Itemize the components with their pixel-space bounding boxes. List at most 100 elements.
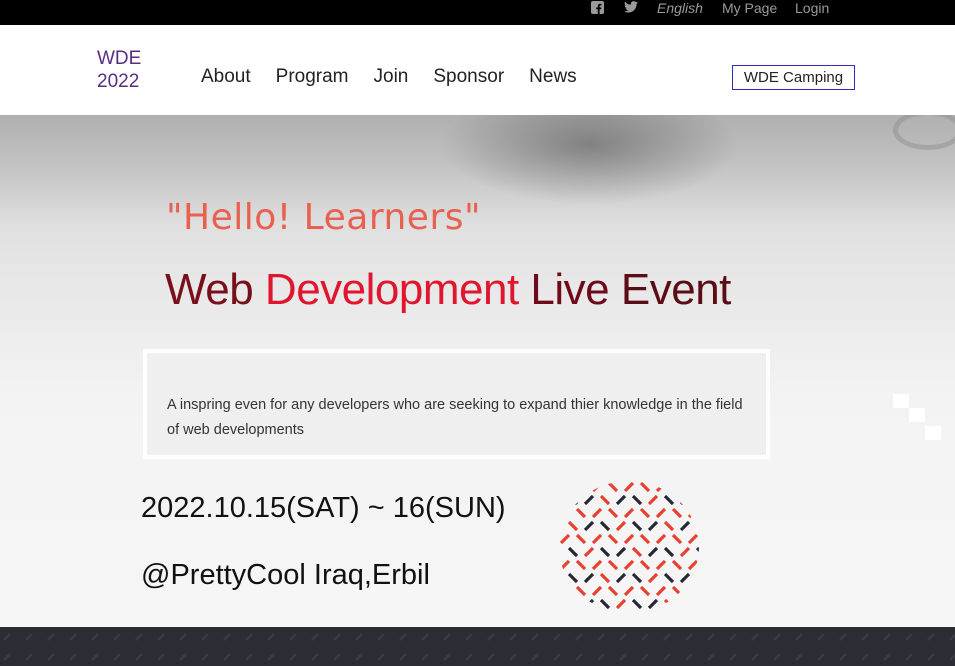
pattern-dash [663,572,675,584]
footer-dash [531,653,539,661]
pattern-dash [583,520,595,532]
footer-dash [575,653,583,661]
footer-dash [135,633,143,641]
footer-dash [179,653,187,661]
top-utility-bar: English My Page Login [0,0,955,25]
pattern-dash [567,572,579,584]
footer-dash [619,653,627,661]
pattern-dash [663,598,675,610]
language-selector[interactable]: English [657,0,703,18]
login-link[interactable]: Login [795,0,829,18]
footer-dash [751,633,759,641]
nav-join[interactable]: Join [374,65,409,89]
footer-dash [949,633,955,641]
pattern-dash [679,572,691,584]
pattern-dash [671,481,683,493]
footer-dash [905,633,913,641]
facebook-icon[interactable] [591,0,605,14]
pattern-dash [631,572,643,584]
footer-dash [267,653,275,661]
pattern-dash [671,507,683,519]
pattern-dash [647,572,659,584]
pattern-dash [687,585,699,597]
footer-dash [861,633,869,641]
pattern-dash [567,546,579,558]
pattern-dash [575,559,587,571]
footer-dash [355,653,363,661]
my-page-link[interactable]: My Page [722,0,777,18]
footer-dash [443,633,451,641]
footer-dash [465,653,473,661]
footer-dash [3,633,11,641]
pattern-dash [583,494,595,506]
pattern-dash [679,520,691,532]
pattern-dash [679,494,691,506]
wde-camping-button[interactable]: WDE Camping [732,65,855,90]
pattern-dash [559,585,571,597]
pattern-dash [639,481,651,493]
footer-dash [927,633,935,641]
twitter-icon[interactable] [624,0,638,14]
pattern-dash [575,507,587,519]
nav-news[interactable]: News [529,65,577,89]
nav-sponsor[interactable]: Sponsor [433,65,504,89]
nav-about[interactable]: About [201,65,251,89]
event-description: A inspring even for any developers who a… [167,397,743,438]
pattern-dash [607,559,619,571]
footer-dash [817,633,825,641]
pattern-dash [575,481,587,493]
title-word-development: Development [264,265,519,314]
footer-dash [553,633,561,641]
footer-dash [839,633,847,641]
footer-dash [861,653,869,661]
pattern-dash [599,546,611,558]
pattern-dash [639,559,651,571]
pattern-dash [567,598,579,610]
footer-dash [91,633,99,641]
pattern-dash [615,546,627,558]
footer-dash [179,633,187,641]
pattern-dash [671,585,683,597]
footer-dash [531,633,539,641]
footer-dash [377,633,385,641]
pixel-decoration [909,408,925,422]
footer-dash [663,633,671,641]
footer-dash [597,633,605,641]
footer-dash [751,653,759,661]
footer-dash [773,633,781,641]
footer-dash [795,633,803,641]
footer-dash [267,633,275,641]
pattern-dash [599,572,611,584]
title-word-event: Event [620,265,732,314]
footer-dash [795,653,803,661]
pattern-dash [607,481,619,493]
hero-greeting: "Hello! Learners" [166,197,482,238]
footer-dash [47,653,55,661]
footer-dash [201,653,209,661]
footer-band [0,627,955,666]
pattern-dash [599,494,611,506]
pattern-dash [695,598,699,610]
footer-dash [333,633,341,641]
pixel-decoration [893,394,909,408]
footer-dash [113,633,121,641]
nav-program[interactable]: Program [276,65,349,89]
pattern-dash [615,598,627,610]
pattern-dash [631,494,643,506]
event-venue: @PrettyCool Iraq,Erbil [141,559,430,591]
footer-dash [685,633,693,641]
footer-dash [487,633,495,641]
footer-dash [421,633,429,641]
footer-dash [443,653,451,661]
footer-dash [729,633,737,641]
footer-dash [597,653,605,661]
hero-section: "Hello! Learners" Web Development Live E… [0,115,955,627]
footer-dash [773,653,781,661]
footer-dash [839,653,847,661]
pattern-dash [639,533,651,545]
pattern-dash [663,494,675,506]
site-logo[interactable]: WDE 2022 [97,47,157,93]
pattern-dash [687,533,699,545]
pattern-dash [687,559,699,571]
footer-dash [289,633,297,641]
